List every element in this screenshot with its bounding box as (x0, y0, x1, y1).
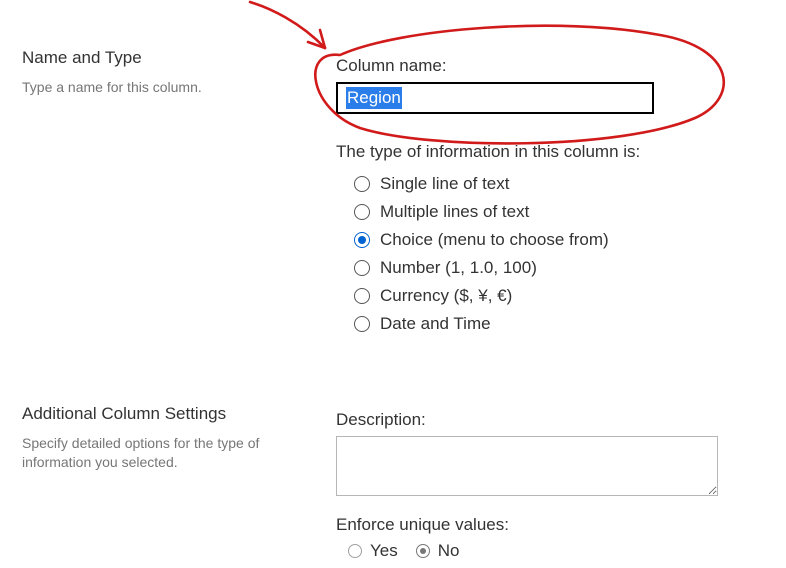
type-info-label: The type of information in this column i… (336, 142, 736, 162)
radio-icon (354, 260, 370, 276)
column-name-value: Region (346, 87, 402, 109)
type-option-label: Choice (menu to choose from) (380, 230, 609, 250)
name-type-heading: Name and Type (22, 48, 312, 68)
column-name-input[interactable]: Region (336, 82, 654, 114)
type-option-multiple-lines[interactable]: Multiple lines of text (354, 202, 736, 222)
radio-icon (354, 204, 370, 220)
type-option-number[interactable]: Number (1, 1.0, 100) (354, 258, 736, 278)
type-option-label: Currency ($, ¥, €) (380, 286, 512, 306)
enforce-unique-no[interactable]: No (416, 541, 460, 561)
additional-heading: Additional Column Settings (22, 404, 312, 424)
radio-icon (416, 544, 430, 558)
enforce-unique-yes[interactable]: Yes (348, 541, 398, 561)
type-option-label: Single line of text (380, 174, 509, 194)
column-name-label: Column name: (336, 56, 736, 76)
type-option-single-line[interactable]: Single line of text (354, 174, 736, 194)
radio-icon (354, 316, 370, 332)
radio-icon (354, 176, 370, 192)
type-option-date-time[interactable]: Date and Time (354, 314, 736, 334)
type-option-label: Multiple lines of text (380, 202, 529, 222)
type-option-choice[interactable]: Choice (menu to choose from) (354, 230, 736, 250)
description-label: Description: (336, 410, 736, 430)
enforce-option-label: Yes (370, 541, 398, 561)
enforce-option-label: No (438, 541, 460, 561)
radio-icon (354, 288, 370, 304)
type-option-label: Date and Time (380, 314, 491, 334)
additional-subtext: Specify detailed options for the type of… (22, 434, 312, 472)
name-type-subtext: Type a name for this column. (22, 78, 312, 97)
enforce-unique-label: Enforce unique values: (336, 515, 736, 535)
radio-icon (354, 232, 370, 248)
radio-icon (348, 544, 362, 558)
description-textarea[interactable] (336, 436, 718, 496)
type-option-currency[interactable]: Currency ($, ¥, €) (354, 286, 736, 306)
type-option-label: Number (1, 1.0, 100) (380, 258, 537, 278)
